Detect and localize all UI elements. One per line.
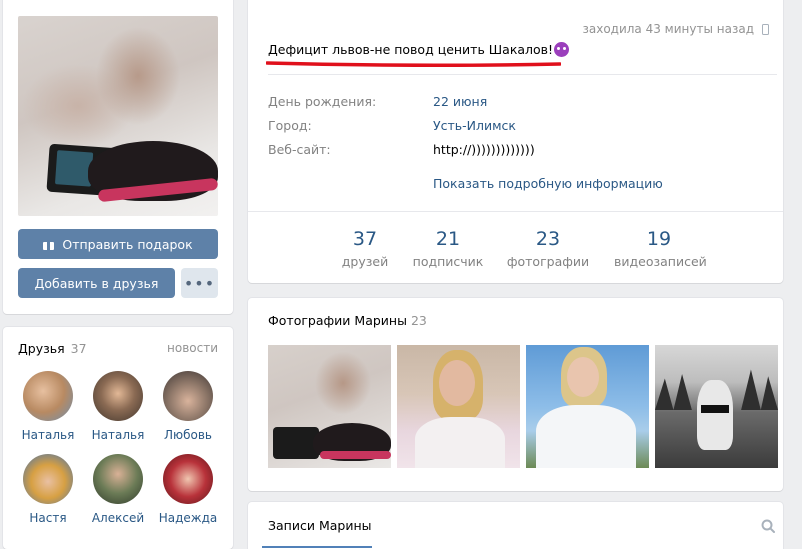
- stat-label: видеозаписей: [614, 254, 707, 269]
- photo-thumbnail[interactable]: [268, 345, 391, 468]
- friends-card: Друзья 37 новости Наталья Наталья Любовь …: [3, 327, 233, 549]
- add-friend-label: Добавить в друзья: [34, 275, 159, 291]
- wall-tab-active-indicator: [262, 546, 372, 548]
- friends-header: Друзья 37 новости: [18, 341, 218, 357]
- friend-item[interactable]: Наталья: [83, 371, 153, 442]
- friends-news-link[interactable]: новости: [167, 341, 218, 355]
- mobile-icon: [762, 23, 769, 35]
- last-seen-text: заходила 43 минуты назад: [582, 22, 754, 36]
- friend-name[interactable]: Надежда: [153, 511, 223, 525]
- stat-number: 19: [646, 228, 672, 250]
- photo-thumbnail[interactable]: [526, 345, 649, 468]
- wall-card: Записи Марины: [248, 502, 783, 549]
- friend-avatar[interactable]: [163, 371, 213, 421]
- friend-avatar[interactable]: [93, 371, 143, 421]
- stats-divider: [248, 211, 783, 212]
- friend-avatar[interactable]: [23, 371, 73, 421]
- info-label-city: Город:: [268, 118, 312, 133]
- photo-thumbnail[interactable]: [397, 345, 520, 468]
- photo-thumbnail[interactable]: [655, 345, 778, 468]
- friend-avatar[interactable]: [23, 454, 73, 504]
- send-gift-label: Отправить подарок: [62, 236, 193, 252]
- friend-item[interactable]: Наталья: [13, 371, 83, 442]
- info-label-website: Веб-сайт:: [268, 142, 331, 157]
- friend-name[interactable]: Настя: [13, 511, 83, 525]
- friend-item[interactable]: Надежда: [153, 454, 223, 525]
- devil-emoji-icon: [554, 42, 570, 57]
- wall-tab-posts[interactable]: Записи Марины: [268, 518, 372, 533]
- send-gift-button[interactable]: Отправить подарок: [18, 229, 218, 259]
- photos-header[interactable]: Фотографии Марины 23: [268, 313, 427, 328]
- photos-count: 23: [410, 313, 427, 328]
- stat-followers[interactable]: 21 подписчик: [403, 228, 493, 269]
- profile-photo[interactable]: [18, 16, 218, 216]
- show-more-info-link[interactable]: Показать подробную информацию: [433, 176, 663, 191]
- gift-icon: [43, 238, 55, 250]
- friends-count: 37: [70, 341, 87, 356]
- profile-info-card: заходила 43 минуты назад Дефицит львов-н…: [248, 0, 783, 283]
- photos-title: Фотографии Марины: [268, 313, 407, 328]
- info-value-city[interactable]: Усть-Илимск: [433, 118, 516, 133]
- friend-name[interactable]: Алексей: [83, 511, 153, 525]
- info-value-birthday[interactable]: 22 июня: [433, 94, 487, 109]
- friend-name[interactable]: Наталья: [13, 428, 83, 442]
- stat-photos[interactable]: 23 фотографии: [503, 228, 593, 269]
- friends-title[interactable]: Друзья: [18, 341, 65, 356]
- stat-label: подписчик: [412, 254, 484, 269]
- profile-status[interactable]: Дефицит львов-не повод ценить Шакалов!: [268, 42, 570, 57]
- friend-name[interactable]: Любовь: [153, 428, 223, 442]
- friend-item[interactable]: Алексей: [83, 454, 153, 525]
- more-dots-icon: •••: [183, 273, 216, 293]
- friend-item[interactable]: Настя: [13, 454, 83, 525]
- friend-avatar[interactable]: [163, 454, 213, 504]
- stat-label: фотографии: [506, 254, 590, 269]
- stat-number: 23: [535, 228, 561, 250]
- stat-number: 21: [435, 228, 461, 250]
- photos-card: Фотографии Марины 23: [248, 298, 783, 491]
- status-text: Дефицит львов-не повод ценить Шакалов!: [268, 42, 554, 57]
- red-annotation-underline: [266, 61, 561, 67]
- stat-videos[interactable]: 19 видеозаписей: [614, 228, 707, 269]
- friend-avatar[interactable]: [93, 454, 143, 504]
- more-actions-button[interactable]: •••: [181, 268, 218, 298]
- last-seen-status: заходила 43 минуты назад: [582, 22, 769, 36]
- stat-label: друзей: [341, 254, 389, 269]
- add-friend-button[interactable]: Добавить в друзья: [18, 268, 175, 298]
- search-icon[interactable]: [761, 519, 775, 533]
- stat-friends[interactable]: 37 друзей: [320, 228, 410, 269]
- friend-item[interactable]: Любовь: [153, 371, 223, 442]
- stat-number: 37: [352, 228, 378, 250]
- status-divider: [268, 74, 777, 75]
- friend-name[interactable]: Наталья: [83, 428, 153, 442]
- info-label-birthday: День рождения:: [268, 94, 377, 109]
- avatar-card: Отправить подарок Добавить в друзья •••: [3, 0, 233, 314]
- info-value-website[interactable]: http://))))))))))))): [433, 142, 535, 157]
